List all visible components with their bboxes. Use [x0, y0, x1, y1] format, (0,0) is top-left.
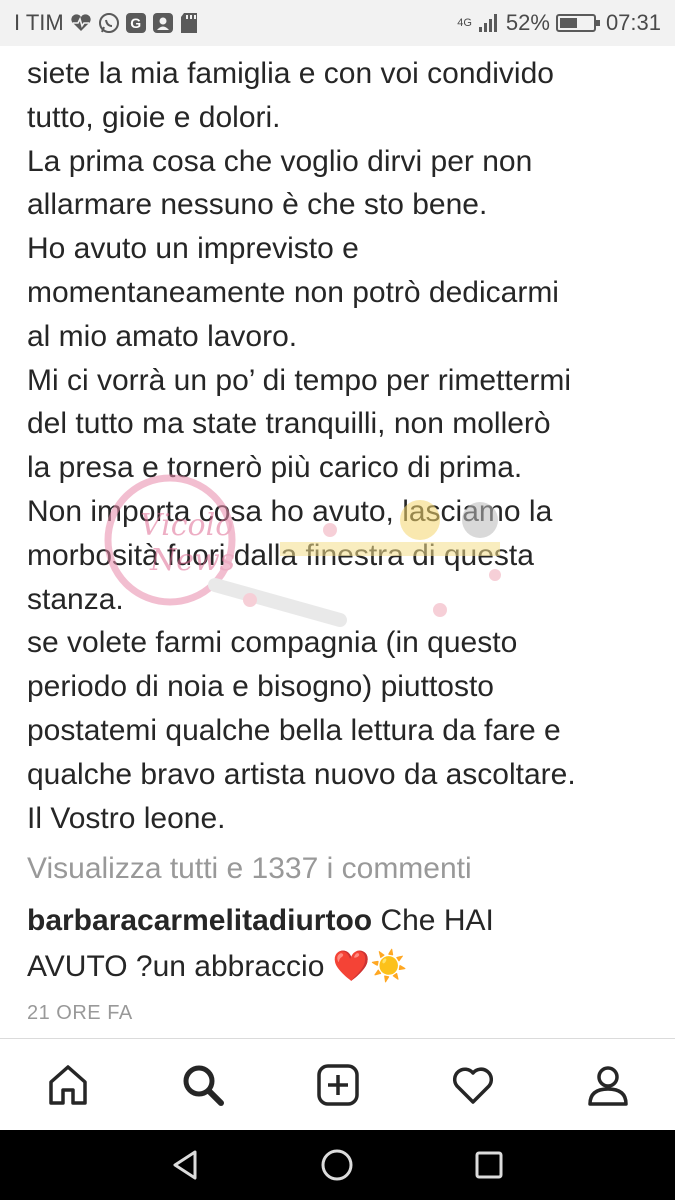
clock: 07:31 [605, 10, 661, 35]
nav-home-button[interactable] [38, 1055, 98, 1115]
caption-line: periodo di noia e bisogno) piuttosto [27, 670, 494, 704]
post-timestamp: 21 ORE FA [27, 1002, 133, 1024]
battery-icon [555, 14, 600, 32]
caption-line: siete la mia famiglia e con voi condivid… [27, 57, 554, 90]
system-recents-button[interactable] [464, 1140, 514, 1190]
caption-line: del tutto ma state tranquilli, non molle… [27, 407, 551, 441]
caption-line: Mi ci vorrà un po’ di tempo per rimetter… [27, 363, 572, 397]
profile-icon [587, 1065, 628, 1106]
carrier-label: I TIM [14, 10, 64, 35]
caption-line: stanza. [27, 582, 124, 616]
caption-line: la presa e tornerò più carico di prima. [27, 451, 523, 485]
network-type: 4G [457, 16, 472, 29]
sd-card-icon [180, 12, 198, 34]
caption-line: Ho avuto un imprevisto e [27, 232, 359, 266]
system-back-button[interactable] [161, 1140, 211, 1190]
caption-line: Non importa cosa ho avuto, lasciamo la [27, 494, 553, 528]
caption-line: momentaneamente non potrò dedicarmi [27, 275, 559, 309]
comment-text-2: AVUTO ?un abbraccio ❤️☀️ [27, 950, 408, 983]
whatsapp-icon [98, 12, 120, 34]
status-left: I TIM G [14, 10, 198, 36]
comment-text-1: Che HAI [380, 904, 494, 937]
caption-line: morbosità fuori dalla finestra di questa [27, 538, 534, 572]
signal-icon [478, 13, 500, 33]
caption-line: qualche bravo artista nuovo da ascoltare… [27, 757, 576, 791]
home-icon [48, 1064, 87, 1105]
status-right: 4G 52% 07:31 [457, 10, 661, 36]
caption-line: allarmare nessuno è che sto bene. [27, 188, 488, 222]
system-home-button[interactable] [312, 1140, 362, 1190]
battery-fill [559, 18, 577, 28]
search-icon [183, 1065, 224, 1106]
battery-percent: 52% [505, 10, 550, 35]
comment-item: barbaracarmelitadiurtoo Che HAI AVUTO ?u… [27, 898, 657, 990]
caption-line: postatemi qualche bella lettura da fare … [27, 713, 561, 747]
add-post-icon [316, 1063, 359, 1106]
caption-line: al mio amato lavoro. [27, 319, 298, 353]
home-circle-icon [321, 1149, 353, 1181]
back-icon [173, 1150, 197, 1180]
caption-line: tutto, gioie e dolori. [27, 100, 281, 134]
caption-line: Il Vostro leone. [27, 801, 226, 835]
caption-line: se volete farmi compagnia (in questo [27, 626, 518, 660]
nav-search-button[interactable] [173, 1055, 233, 1115]
nav-profile-button[interactable] [578, 1055, 638, 1115]
contacts-icon [152, 12, 174, 34]
nav-activity-button[interactable] [443, 1055, 503, 1115]
comment-username[interactable]: barbaracarmelitadiurtoo [27, 904, 372, 937]
heart-pulse-icon [70, 13, 92, 33]
bottom-navigation [0, 1038, 675, 1130]
status-bar: I TIM G 4G 52% 07:31 [0, 0, 675, 46]
heart-icon [452, 1066, 493, 1104]
nav-new-post-button[interactable] [308, 1055, 368, 1115]
recents-icon [475, 1151, 503, 1179]
caption-line: La prima cosa che voglio dirvi per non [27, 144, 533, 178]
view-all-comments-link[interactable]: Visualizza tutti e 1337 i commenti [27, 852, 472, 886]
system-navigation-bar [0, 1130, 675, 1200]
google-icon: G [125, 13, 146, 33]
post-caption: siete la mia famiglia e con voi condivid… [27, 52, 657, 840]
